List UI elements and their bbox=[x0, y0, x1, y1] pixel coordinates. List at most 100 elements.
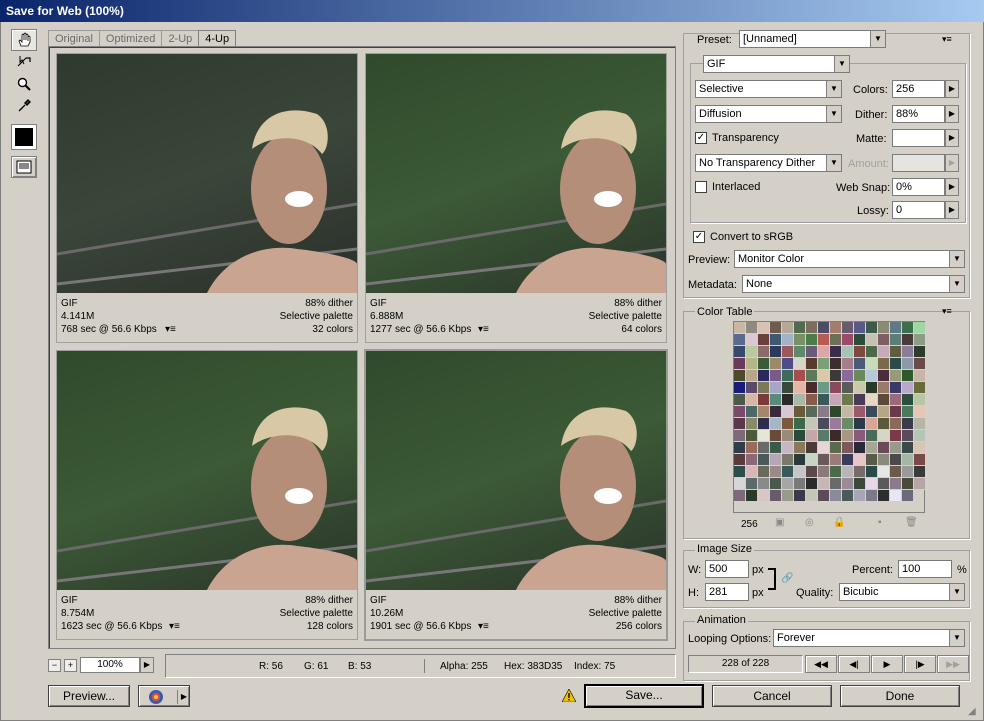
color-swatch[interactable] bbox=[842, 322, 854, 334]
color-swatch[interactable] bbox=[866, 418, 878, 430]
color-swatch[interactable] bbox=[866, 370, 878, 382]
color-swatch[interactable] bbox=[854, 358, 866, 370]
color-swatch[interactable] bbox=[794, 430, 806, 442]
color-swatch[interactable] bbox=[902, 394, 914, 406]
color-swatch[interactable] bbox=[878, 406, 890, 418]
color-swatch[interactable] bbox=[890, 478, 902, 490]
color-swatch[interactable] bbox=[746, 358, 758, 370]
color-swatch[interactable] bbox=[890, 334, 902, 346]
color-swatch[interactable] bbox=[782, 394, 794, 406]
color-swatch[interactable] bbox=[902, 406, 914, 418]
color-swatch[interactable] bbox=[758, 322, 770, 334]
color-swatch[interactable] bbox=[830, 418, 842, 430]
window-title-bar[interactable]: Save for Web (100%) bbox=[0, 0, 984, 22]
color-swatch[interactable] bbox=[770, 322, 782, 334]
color-swatch[interactable] bbox=[806, 418, 818, 430]
color-swatch[interactable] bbox=[818, 322, 830, 334]
color-swatch[interactable] bbox=[854, 382, 866, 394]
color-swatch[interactable] bbox=[902, 430, 914, 442]
color-swatch[interactable] bbox=[830, 358, 842, 370]
color-swatch[interactable] bbox=[770, 370, 782, 382]
color-swatch[interactable] bbox=[890, 394, 902, 406]
color-swatch[interactable] bbox=[782, 370, 794, 382]
play-button[interactable]: ▶ bbox=[871, 655, 903, 673]
color-swatch[interactable] bbox=[746, 382, 758, 394]
color-swatch[interactable] bbox=[830, 490, 842, 502]
color-swatch[interactable] bbox=[854, 418, 866, 430]
color-swatch[interactable] bbox=[770, 382, 782, 394]
color-swatch[interactable] bbox=[806, 382, 818, 394]
color-swatch[interactable] bbox=[794, 478, 806, 490]
color-swatch[interactable] bbox=[878, 394, 890, 406]
color-swatch[interactable] bbox=[758, 382, 770, 394]
color-swatch[interactable] bbox=[902, 454, 914, 466]
color-swatch[interactable] bbox=[806, 358, 818, 370]
preview-pane-3[interactable]: GIF 8.754M 1623 sec @ 56.6 Kbps ▾≡ 88% d… bbox=[56, 350, 358, 640]
color-swatch[interactable] bbox=[866, 394, 878, 406]
color-swatch[interactable] bbox=[806, 454, 818, 466]
color-swatch[interactable] bbox=[818, 394, 830, 406]
download-time-menu-icon[interactable]: ▾≡ bbox=[165, 323, 176, 336]
color-swatch[interactable] bbox=[806, 322, 818, 334]
color-swatch[interactable] bbox=[830, 382, 842, 394]
color-swatch[interactable] bbox=[794, 490, 806, 502]
transparency-checkbox[interactable]: ✓ bbox=[695, 132, 707, 144]
color-swatch[interactable] bbox=[734, 370, 746, 382]
color-swatch[interactable] bbox=[794, 454, 806, 466]
color-swatch[interactable] bbox=[818, 370, 830, 382]
color-swatch[interactable] bbox=[806, 370, 818, 382]
color-swatch[interactable] bbox=[734, 334, 746, 346]
color-swatch[interactable] bbox=[818, 466, 830, 478]
color-swatch[interactable] bbox=[734, 346, 746, 358]
color-swatch[interactable] bbox=[914, 418, 926, 430]
color-swatch[interactable] bbox=[854, 490, 866, 502]
color-swatch[interactable] bbox=[794, 406, 806, 418]
color-swatch[interactable] bbox=[734, 382, 746, 394]
color-swatch[interactable] bbox=[782, 322, 794, 334]
color-swatch[interactable] bbox=[914, 370, 926, 382]
download-time-menu-icon[interactable]: ▾≡ bbox=[169, 620, 180, 633]
color-swatch[interactable] bbox=[866, 454, 878, 466]
color-swatch[interactable] bbox=[890, 442, 902, 454]
color-swatch[interactable] bbox=[914, 466, 926, 478]
color-swatch[interactable] bbox=[794, 346, 806, 358]
color-swatch[interactable] bbox=[782, 358, 794, 370]
color-swatch[interactable] bbox=[794, 382, 806, 394]
color-swatch[interactable] bbox=[758, 358, 770, 370]
color-swatch[interactable] bbox=[830, 478, 842, 490]
color-swatch[interactable] bbox=[854, 334, 866, 346]
color-swatch[interactable] bbox=[818, 406, 830, 418]
color-swatch[interactable] bbox=[770, 406, 782, 418]
color-swatch[interactable] bbox=[734, 490, 746, 502]
color-swatch[interactable] bbox=[770, 478, 782, 490]
color-swatch[interactable] bbox=[878, 370, 890, 382]
color-swatch[interactable] bbox=[854, 478, 866, 490]
zoom-level-dropdown[interactable]: ▶ bbox=[140, 657, 154, 673]
looping-select[interactable]: Forever ▼ bbox=[773, 629, 965, 647]
color-swatch[interactable] bbox=[902, 358, 914, 370]
color-swatch[interactable] bbox=[866, 358, 878, 370]
color-swatch[interactable] bbox=[746, 478, 758, 490]
color-swatch[interactable] bbox=[902, 490, 914, 502]
color-swatch[interactable] bbox=[866, 442, 878, 454]
tab-2up[interactable]: 2-Up bbox=[161, 30, 200, 47]
color-swatch[interactable] bbox=[914, 334, 926, 346]
color-swatch[interactable] bbox=[770, 394, 782, 406]
color-swatch[interactable] bbox=[854, 442, 866, 454]
color-swatch[interactable] bbox=[734, 394, 746, 406]
color-swatch[interactable] bbox=[758, 418, 770, 430]
color-swatch[interactable] bbox=[818, 478, 830, 490]
color-swatch[interactable] bbox=[914, 442, 926, 454]
color-swatch[interactable] bbox=[806, 442, 818, 454]
color-swatch[interactable] bbox=[770, 334, 782, 346]
color-swatch[interactable] bbox=[758, 430, 770, 442]
download-time-menu-icon[interactable]: ▾≡ bbox=[478, 323, 489, 336]
color-swatch[interactable] bbox=[734, 358, 746, 370]
color-swatch[interactable] bbox=[914, 454, 926, 466]
optimize-menu-icon[interactable]: ▾≡ bbox=[942, 34, 952, 45]
color-swatch[interactable] bbox=[890, 382, 902, 394]
color-swatch[interactable] bbox=[830, 370, 842, 382]
color-swatch[interactable] bbox=[806, 430, 818, 442]
transparency-dither-select[interactable]: No Transparency Dither ▼ bbox=[695, 154, 842, 172]
color-swatch[interactable] bbox=[758, 394, 770, 406]
